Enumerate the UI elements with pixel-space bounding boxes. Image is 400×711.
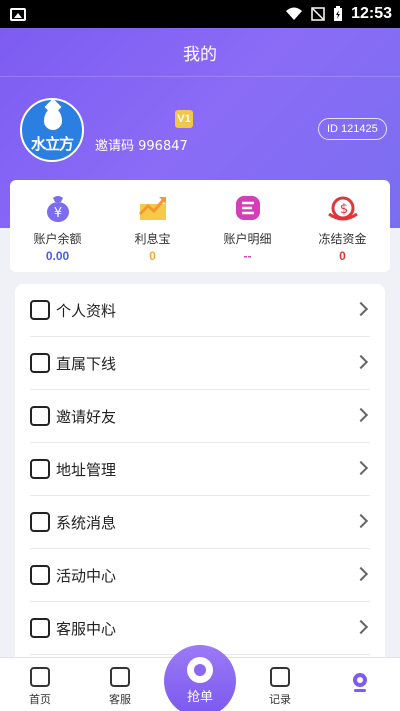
nav-label: 客服	[109, 693, 131, 706]
menu-item-label: 直属下线	[56, 354, 117, 373]
chevron-right-icon	[353, 460, 369, 476]
grab-label: 抢单	[186, 690, 213, 705]
menu-item-label: 个人资料	[56, 301, 117, 320]
signal-icon	[311, 7, 325, 21]
menu-item-label: 客服中心	[56, 619, 117, 638]
menu-item-invite[interactable]: 邀请好友	[30, 390, 370, 443]
money-bag-icon: ¥	[46, 196, 69, 222]
frozen-funds-icon: $	[327, 196, 358, 221]
growth-chart-icon	[138, 197, 166, 220]
chevron-right-icon	[353, 513, 369, 529]
menu-item-address[interactable]: 地址管理	[30, 443, 370, 496]
svg-text:$: $	[339, 202, 347, 217]
stat-label: 冻结资金	[318, 232, 367, 246]
menu-item-team[interactable]: 直属下线	[30, 337, 370, 390]
avatar-brand-text: 水立方	[30, 135, 74, 153]
records-icon	[270, 667, 290, 687]
chevron-right-icon	[353, 354, 369, 370]
nav-label: 首页	[29, 693, 51, 706]
profile-icon	[30, 300, 50, 320]
chevron-right-icon	[353, 619, 369, 635]
water-drop-icon	[44, 108, 62, 130]
team-icon	[30, 353, 50, 373]
stat-value: 0	[149, 249, 156, 263]
stat-interest[interactable]: 利息宝 0	[105, 180, 200, 272]
stat-value: 0	[339, 249, 346, 263]
page-title: 我的	[183, 45, 217, 65]
status-time: 12:53	[351, 5, 392, 22]
vip-badge: V1	[175, 110, 193, 128]
chat-icon	[110, 667, 130, 687]
stat-balance[interactable]: ¥ 账户余额 0.00	[10, 180, 105, 272]
chevron-right-icon	[353, 566, 369, 582]
nav-home[interactable]: 首页	[0, 658, 80, 711]
invite-icon	[30, 406, 50, 426]
status-icons: 12:53	[285, 5, 392, 23]
avatar[interactable]: 水立方	[20, 98, 84, 162]
menu-item-activity[interactable]: 活动中心	[30, 549, 370, 602]
menu-item-messages[interactable]: 系统消息	[30, 496, 370, 549]
me-icon	[353, 673, 367, 692]
stat-label: 账户余额	[33, 232, 82, 246]
message-icon	[30, 512, 50, 532]
grab-icon	[187, 657, 213, 683]
invite-code: 邀请码 996847	[95, 139, 188, 154]
account-details-icon	[235, 196, 260, 220]
wifi-icon	[286, 7, 303, 20]
nav-records[interactable]: 记录	[240, 658, 320, 711]
svg-text:¥: ¥	[53, 206, 61, 221]
service-icon	[30, 618, 50, 638]
header-divider	[0, 76, 400, 77]
location-icon	[30, 459, 50, 479]
nav-service[interactable]: 客服	[80, 658, 160, 711]
menu-item-profile[interactable]: 个人资料	[30, 284, 370, 337]
stat-frozen[interactable]: $ 冻结资金 0	[295, 180, 390, 272]
stat-details[interactable]: 账户明细 --	[200, 180, 295, 272]
chevron-right-icon	[353, 301, 369, 317]
settings-menu: 个人资料 直属下线 邀请好友 地址管理 系统消息 活动中心 客服中心	[15, 284, 385, 664]
battery-icon	[334, 6, 343, 21]
status-bar: 12:53	[0, 0, 400, 28]
nav-label: 记录	[269, 693, 291, 706]
stat-label: 利息宝	[134, 232, 171, 246]
stat-value: --	[243, 249, 252, 263]
stat-label: 账户明细	[223, 232, 272, 246]
gallery-notification-icon	[10, 7, 26, 21]
user-id-badge: ID 121425	[318, 118, 387, 140]
menu-item-label: 系统消息	[56, 513, 117, 532]
stat-value: 0.00	[45, 249, 70, 263]
account-stats-card: ¥ 账户余额 0.00 利息宝 0 账户明细 -- $ 冻结资金 0	[10, 180, 390, 272]
menu-item-label: 邀请好友	[56, 407, 117, 426]
nav-me[interactable]	[320, 658, 400, 711]
grab-order-button[interactable]: 抢单	[164, 645, 236, 711]
menu-item-label: 地址管理	[56, 460, 117, 479]
activity-icon	[30, 565, 50, 585]
home-icon	[30, 667, 50, 687]
chevron-right-icon	[353, 407, 369, 423]
menu-item-label: 活动中心	[56, 566, 117, 585]
